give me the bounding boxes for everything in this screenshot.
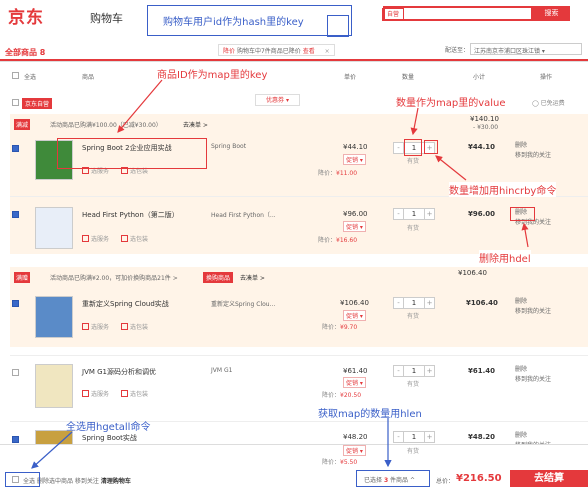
annotation-arrows — [31, 79, 529, 469]
arrow-hgetall — [31, 431, 73, 469]
arrow-map-value — [410, 107, 419, 136]
arrow-hincrby — [435, 155, 467, 181]
arrow-hdel — [521, 222, 529, 248]
arrow-map-key — [117, 79, 163, 133]
